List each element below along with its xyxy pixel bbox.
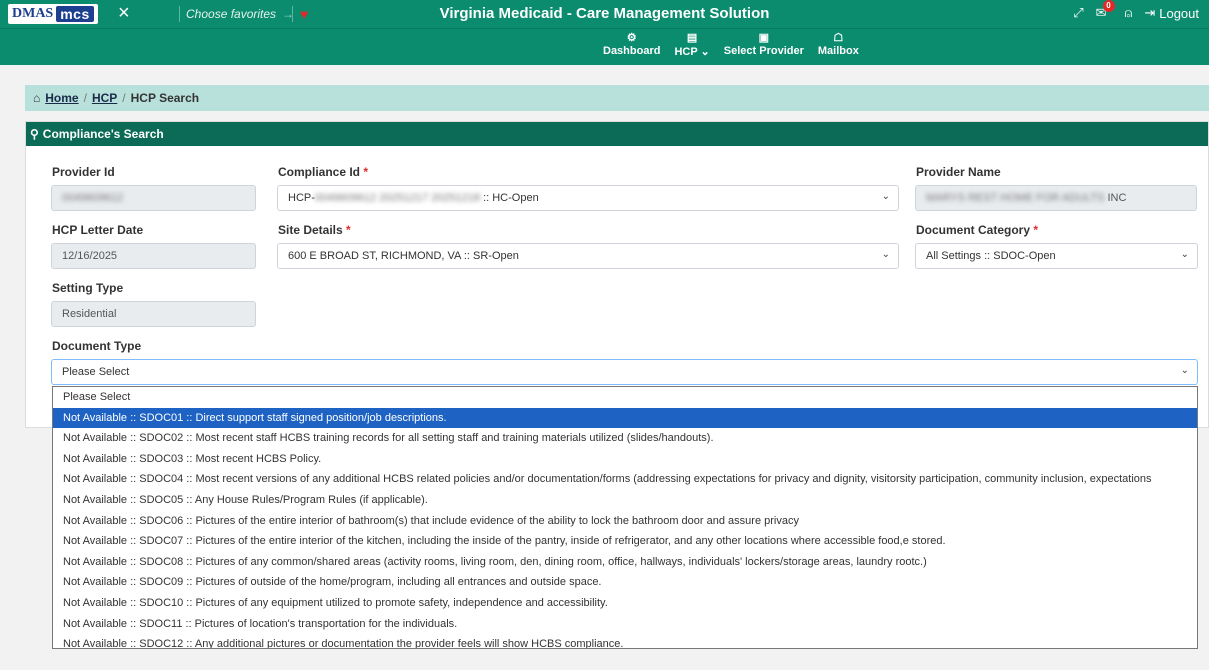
document-category-label: Document Category * [916, 223, 1038, 237]
logout-icon: ⇥ [1144, 5, 1156, 20]
nav-mailbox-label: Mailbox [817, 45, 859, 57]
breadcrumb-hcp[interactable]: HCP [92, 91, 117, 105]
divider [179, 6, 180, 22]
mail-icon[interactable]: ✉ 0 [1096, 0, 1115, 21]
mail-badge: 0 [1102, 0, 1115, 12]
hcp-letter-date-field: 12/16/2025 [51, 243, 256, 269]
chevron-down-icon: ⌄ [881, 191, 890, 202]
compliance-id-label-text: Compliance Id [278, 165, 361, 179]
dashboard-icon: ⚙ [626, 32, 637, 44]
expand-icon[interactable]: ⤢ [1073, 5, 1083, 21]
site-details-value: 600 E BROAD ST, RICHMOND, VA :: SR-Open [288, 250, 519, 262]
document-category-value: All Settings :: SDOC-Open [926, 250, 1056, 262]
required-mark: * [1033, 223, 1039, 237]
favorites-dropdown[interactable]: Choose favorites → ♥ [186, 6, 308, 22]
document-category-select[interactable]: All Settings :: SDOC-Open ⌄ [915, 243, 1198, 269]
panel-title: Compliance's Search [42, 127, 164, 141]
heart-icon[interactable]: ♥ [300, 6, 308, 22]
nav-hcp[interactable]: ▤ HCP ⌄ [667, 31, 716, 58]
logo-mcs-text: mcs [56, 6, 94, 22]
provider-name-hidden: MARYS REST HOME FOR ADULTS [926, 192, 1105, 204]
compliance-id-hidden: 0049609612 20251217 20251218 [314, 192, 481, 204]
briefcase-icon: ▣ [758, 32, 770, 44]
nav-select-provider-label: Select Provider [723, 45, 804, 57]
dmas-mcs-logo[interactable]: DMAS mcs [8, 4, 98, 24]
chevron-down-icon: ⌄ [1180, 249, 1189, 260]
breadcrumb-separator: / [83, 91, 87, 105]
favorites-placeholder: Choose favorites [186, 7, 277, 21]
provider-id-field: 0049609612 [51, 185, 256, 211]
document-type-option[interactable]: Not Available :: SDOC12 :: Any additiona… [53, 634, 1197, 648]
top-right-tools: ⤢ ✉ 0 ⍝ ⇥ Logout [1073, 0, 1199, 21]
logout-label: Logout [1159, 5, 1199, 21]
document-category-label-text: Document Category [916, 223, 1031, 237]
document-type-label: Document Type [52, 339, 142, 353]
close-icon[interactable]: × [118, 2, 130, 24]
document-type-option[interactable]: Not Available :: SDOC05 :: Any House Rul… [53, 490, 1197, 511]
panel-header: ⚲ Compliance's Search [26, 122, 1208, 146]
divider [292, 6, 293, 22]
document-type-options-list: Please Select Not Available :: SDOC01 :: … [52, 386, 1198, 649]
document-type-option[interactable]: Not Available :: SDOC09 :: Pictures of o… [53, 572, 1197, 593]
logout-button[interactable]: ⇥ Logout [1144, 5, 1199, 21]
document-type-select[interactable]: Please Select ⌄ [51, 359, 1198, 385]
compliance-id-select[interactable]: HCP- 0049609612 20251217 20251218 :: HC-… [277, 185, 899, 211]
provider-name-suffix: INC [1107, 192, 1127, 204]
provider-id-label: Provider Id [52, 165, 115, 179]
app-title: Virginia Medicaid - Care Management Solu… [439, 5, 770, 22]
user-icon[interactable]: ⍝ [1125, 5, 1133, 21]
document-type-option[interactable]: Not Available :: SDOC08 :: Pictures of a… [53, 552, 1197, 573]
provider-id-value: 0049609612 [62, 192, 124, 204]
chevron-down-icon: ⌄ [881, 249, 890, 260]
document-type-option[interactable]: Not Available :: SDOC11 :: Pictures of l… [53, 614, 1197, 635]
compliance-id-label: Compliance Id * [278, 165, 368, 179]
document-type-option[interactable]: Not Available :: SDOC01 :: Direct suppor… [53, 407, 1197, 429]
mailbox-icon: ☖ [833, 32, 844, 44]
site-details-label: Site Details * [278, 223, 351, 237]
nav-dashboard[interactable]: ⚙ Dashboard [596, 31, 667, 58]
site-details-select[interactable]: 600 E BROAD ST, RICHMOND, VA :: SR-Open … [277, 243, 899, 269]
nav-bar: ⚙ Dashboard ▤ HCP ⌄ ▣ Select Provider ☖ … [0, 28, 1209, 65]
setting-type-field: Residential [51, 301, 256, 327]
setting-type-value: Residential [62, 308, 117, 320]
document-type-option[interactable]: Not Available :: SDOC02 :: Most recent s… [53, 428, 1197, 449]
nav-dashboard-label: Dashboard [603, 45, 661, 57]
nav-mailbox[interactable]: ☖ Mailbox [811, 31, 866, 58]
breadcrumb-current: HCP Search [130, 91, 200, 105]
nav-hcp-label: HCP ⌄ [674, 46, 710, 58]
document-type-option[interactable]: Not Available :: SDOC06 :: Pictures of t… [53, 511, 1197, 532]
top-bar: DMAS mcs × Choose favorites → ♥ Virginia… [0, 0, 1209, 28]
compliance-id-prefix: HCP- [288, 192, 315, 204]
hcp-letter-date-value: 12/16/2025 [62, 250, 118, 262]
logo-dmas-text: DMAS [12, 6, 54, 21]
compliance-id-suffix: :: HC-Open [483, 192, 539, 204]
document-type-option[interactable]: Not Available :: SDOC04 :: Most recent v… [53, 469, 1197, 490]
nav-items: ⚙ Dashboard ▤ HCP ⌄ ▣ Select Provider ☖ … [596, 31, 866, 58]
required-mark: * [346, 223, 351, 237]
hcp-icon: ▤ [686, 32, 698, 44]
provider-name-label: Provider Name [916, 165, 1001, 179]
document-type-option[interactable]: Not Available :: SDOC10 :: Pictures of a… [53, 593, 1197, 614]
home-icon: ⌂ [33, 91, 41, 105]
required-mark: * [363, 165, 369, 179]
breadcrumb: ⌂ Home / HCP / HCP Search [25, 85, 1209, 111]
search-icon: ⚲ [30, 127, 39, 141]
breadcrumb-separator: / [122, 91, 126, 105]
document-type-option[interactable]: Not Available :: SDOC07 :: Pictures of t… [53, 531, 1197, 552]
provider-name-field: MARYS REST HOME FOR ADULTS INC [915, 185, 1197, 211]
chevron-down-icon: ⌄ [1180, 365, 1189, 376]
nav-select-provider[interactable]: ▣ Select Provider [717, 31, 811, 58]
document-type-option[interactable]: Please Select [53, 387, 1197, 408]
setting-type-label: Setting Type [52, 281, 124, 295]
breadcrumb-home[interactable]: Home [45, 91, 78, 105]
hcp-letter-date-label: HCP Letter Date [52, 223, 144, 237]
document-type-value: Please Select [62, 366, 130, 378]
site-details-label-text: Site Details [278, 223, 343, 237]
document-type-option[interactable]: Not Available :: SDOC03 :: Most recent H… [53, 449, 1197, 470]
